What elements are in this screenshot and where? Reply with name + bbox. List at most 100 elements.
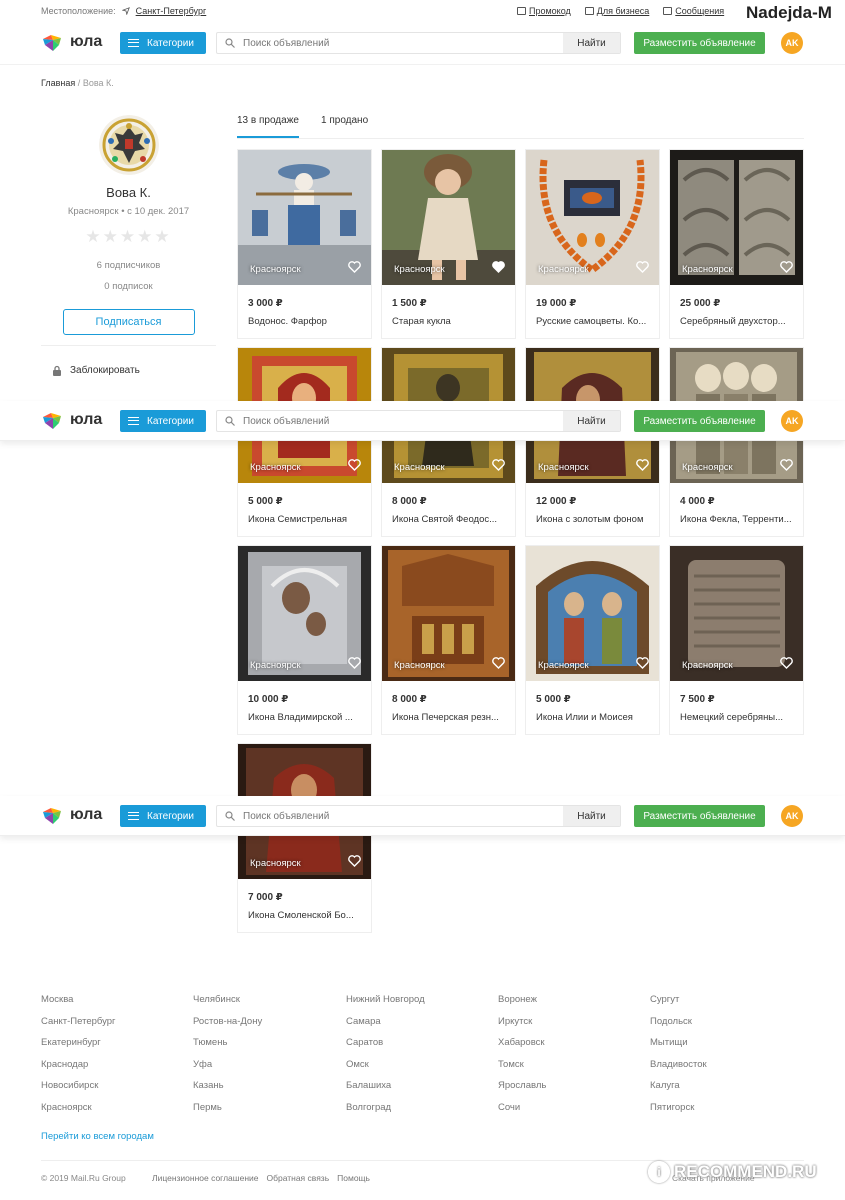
search-button[interactable]: Найти: [563, 806, 620, 826]
following-count[interactable]: 0 подписок: [41, 281, 216, 292]
product-title[interactable]: Старая кукла: [392, 316, 510, 327]
post-ad-button[interactable]: Разместить объявление: [634, 32, 765, 54]
city-link[interactable]: Москва: [41, 994, 191, 1016]
product-title[interactable]: Немецкий серебряны...: [680, 712, 798, 723]
city-link[interactable]: Воронеж: [498, 994, 648, 1016]
license-link[interactable]: Лицензионное соглашение: [152, 1173, 259, 1183]
user-avatar[interactable]: AK: [781, 410, 803, 432]
city-link[interactable]: Казань: [193, 1080, 343, 1102]
city-link[interactable]: Санкт-Петербург: [41, 1016, 191, 1038]
breadcrumb-home[interactable]: Главная: [41, 78, 75, 88]
city-link[interactable]: Новосибирск: [41, 1080, 191, 1102]
city-link[interactable]: Сочи: [498, 1102, 648, 1124]
categories-button[interactable]: Категории: [120, 805, 206, 827]
search-button[interactable]: Найти: [563, 411, 620, 431]
product-card[interactable]: Красноярск 12 000 ₽ Икона с золотым фоно…: [525, 347, 660, 537]
favorite-heart-icon[interactable]: [348, 855, 361, 867]
favorite-heart-icon[interactable]: [636, 657, 649, 669]
followers-count[interactable]: 6 подписчиков: [41, 260, 216, 271]
categories-button[interactable]: Категории: [120, 410, 206, 432]
favorite-heart-icon[interactable]: [348, 657, 361, 669]
business-link[interactable]: Для бизнеса: [584, 6, 649, 16]
product-title[interactable]: Русские самоцветы. Ко...: [536, 316, 654, 327]
city-link[interactable]: Владивосток: [650, 1059, 800, 1081]
city-link[interactable]: Подольск: [650, 1016, 800, 1038]
product-title[interactable]: Икона Печерская резн...: [392, 712, 510, 723]
block-user-button[interactable]: Заблокировать: [52, 365, 140, 376]
product-card[interactable]: Красноярск 7 000 ₽ Икона Смоленской Бо..…: [237, 743, 372, 933]
logo[interactable]: юла: [41, 32, 111, 54]
search-button[interactable]: Найти: [563, 33, 620, 53]
favorite-heart-icon[interactable]: [348, 261, 361, 273]
city-link[interactable]: Мытищи: [650, 1037, 800, 1059]
logo[interactable]: юла: [41, 410, 111, 432]
product-card[interactable]: Красноярск 5 000 ₽ Икона Илии и Моисея: [525, 545, 660, 735]
city-link[interactable]: Сургут: [650, 994, 800, 1016]
search-input[interactable]: [243, 809, 561, 824]
help-link[interactable]: Помощь: [337, 1173, 370, 1183]
product-card[interactable]: Красноярск 8 000 ₽ Икона Печерская резн.…: [381, 545, 516, 735]
city-link[interactable]: Ярославль: [498, 1080, 648, 1102]
messages-link[interactable]: Сообщения: [663, 6, 724, 16]
city-link[interactable]: Калуга: [650, 1080, 800, 1102]
city-link[interactable]: Екатеринбург: [41, 1037, 191, 1059]
city-link[interactable]: Пермь: [193, 1102, 343, 1124]
favorite-heart-filled-icon[interactable]: [492, 261, 505, 273]
city-link[interactable]: Иркутск: [498, 1016, 648, 1038]
product-card[interactable]: Красноярск 7 500 ₽ Немецкий серебряны...: [669, 545, 804, 735]
favorite-heart-icon[interactable]: [780, 459, 793, 471]
favorite-heart-icon[interactable]: [492, 459, 505, 471]
product-card[interactable]: Красноярск 3 000 ₽ Водонос. Фарфор: [237, 149, 372, 339]
tab-on-sale[interactable]: 13 в продаже: [237, 115, 299, 138]
favorite-heart-icon[interactable]: [780, 657, 793, 669]
product-title[interactable]: Икона Семистрельная: [248, 514, 366, 525]
product-card[interactable]: Красноярск 1 500 ₽ Старая кукла: [381, 149, 516, 339]
feedback-link[interactable]: Обратная связь: [267, 1173, 330, 1183]
city-link[interactable]: Томск: [498, 1059, 648, 1081]
product-card[interactable]: Красноярск 8 000 ₽ Икона Святой Феодос..…: [381, 347, 516, 537]
product-title[interactable]: Икона Фекла, Терренти...: [680, 514, 798, 525]
product-title[interactable]: Икона Илии и Моисея: [536, 712, 654, 723]
city-link[interactable]: Пятигорск: [650, 1102, 800, 1124]
product-title[interactable]: Икона Святой Феодос...: [392, 514, 510, 525]
search-input[interactable]: [243, 36, 561, 51]
product-title[interactable]: Икона с золотым фоном: [536, 514, 654, 525]
city-link[interactable]: Балашиха: [346, 1080, 496, 1102]
city-link[interactable]: Челябинск: [193, 994, 343, 1016]
tab-sold[interactable]: 1 продано: [321, 115, 368, 138]
favorite-heart-icon[interactable]: [636, 261, 649, 273]
product-title[interactable]: Водонос. Фарфор: [248, 316, 366, 327]
post-ad-button[interactable]: Разместить объявление: [634, 805, 765, 827]
favorite-heart-icon[interactable]: [780, 261, 793, 273]
city-link[interactable]: Самара: [346, 1016, 496, 1038]
user-avatar[interactable]: AK: [781, 805, 803, 827]
product-title[interactable]: Икона Владимирской ...: [248, 712, 366, 723]
favorite-heart-icon[interactable]: [492, 657, 505, 669]
promo-link[interactable]: Промокод: [517, 6, 571, 16]
city-link[interactable]: Тюмень: [193, 1037, 343, 1059]
user-avatar[interactable]: AK: [781, 32, 803, 54]
favorite-heart-icon[interactable]: [348, 459, 361, 471]
city-link[interactable]: Волгоград: [346, 1102, 496, 1124]
search-input[interactable]: [243, 414, 561, 429]
city-link[interactable]: Саратов: [346, 1037, 496, 1059]
city-link[interactable]: Красноярск: [41, 1102, 191, 1124]
subscribe-button[interactable]: Подписаться: [62, 309, 195, 335]
all-cities-link[interactable]: Перейти ко всем городам: [41, 1131, 154, 1142]
city-link[interactable]: Нижний Новгород: [346, 994, 496, 1016]
product-card[interactable]: Красноярск 19 000 ₽ Русские самоцветы. К…: [525, 149, 660, 339]
city-link[interactable]: Ростов-на-Дону: [193, 1016, 343, 1038]
favorite-heart-icon[interactable]: [636, 459, 649, 471]
product-title[interactable]: Икона Смоленской Бо...: [248, 910, 366, 921]
city-link[interactable]: Краснодар: [41, 1059, 191, 1081]
product-card[interactable]: Красноярск 4 000 ₽ Икона Фекла, Терренти…: [669, 347, 804, 537]
logo[interactable]: юла: [41, 805, 111, 827]
product-card[interactable]: Красноярск 10 000 ₽ Икона Владимирской .…: [237, 545, 372, 735]
city-link[interactable]: Хабаровск: [498, 1037, 648, 1059]
city-link[interactable]: Омск: [346, 1059, 496, 1081]
product-card[interactable]: Красноярск 5 000 ₽ Икона Семистрельная: [237, 347, 372, 537]
product-title[interactable]: Серебряный двухстор...: [680, 316, 798, 327]
product-card[interactable]: Красноярск 25 000 ₽ Серебряный двухстор.…: [669, 149, 804, 339]
post-ad-button[interactable]: Разместить объявление: [634, 410, 765, 432]
categories-button[interactable]: Категории: [120, 32, 206, 54]
